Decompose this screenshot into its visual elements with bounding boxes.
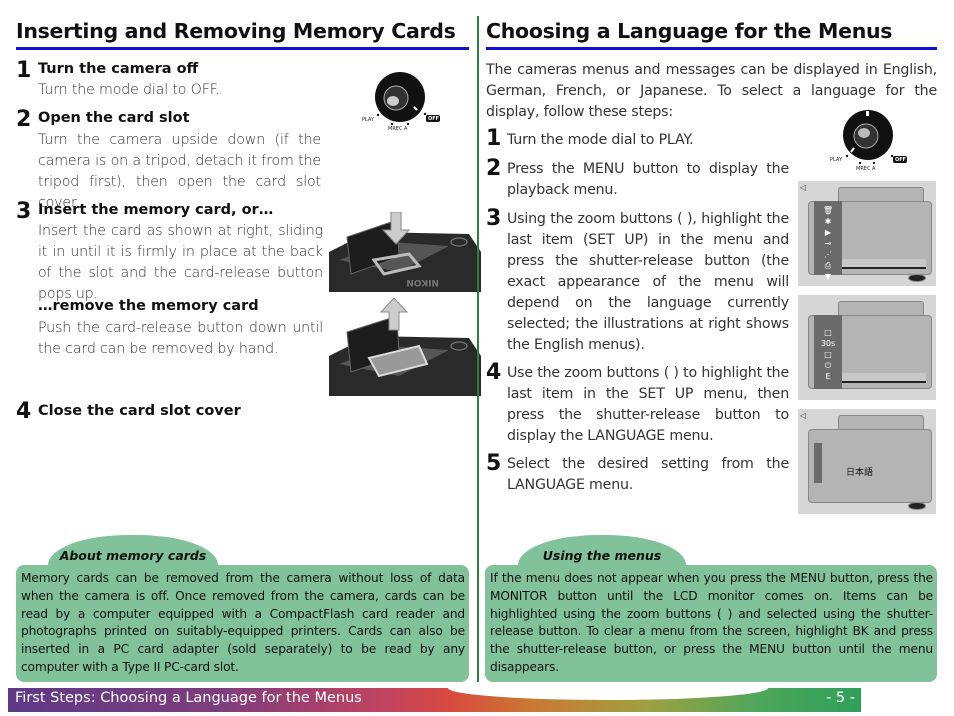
note-body: Memory cards can be removed from the cam…: [16, 565, 469, 682]
dial-label-rec: MREC A: [856, 166, 876, 172]
step-title: Insert the memory card, or…: [38, 202, 274, 218]
dial-label-off: OFF: [895, 157, 907, 163]
lcd-playback-menu: ◁ 🗑 ✱ ▶ ⊸ ⋰ ⎙ ▼: [798, 181, 936, 286]
step-number: 3: [16, 199, 32, 224]
menu-icon-strip: 🗑 ✱ ▶ ⊸ ⋰ ⎙ ▼: [814, 201, 842, 281]
language-option: 日本語: [846, 468, 874, 478]
step-title: Open the card slot: [38, 110, 190, 126]
scroll-down-icon: ▼: [824, 272, 832, 281]
lcd-setup-menu: □ 30s □ ⏻ E: [798, 295, 936, 400]
step-title: Turn the camera off: [38, 61, 199, 77]
section-title-language: Choosing a Language for the Menus: [486, 0, 937, 50]
dial-label-play: PLAY: [830, 157, 843, 163]
page-number: - 5 -: [826, 690, 855, 706]
auto-off-label: 30s: [820, 339, 836, 348]
camera-button-icon: [908, 274, 926, 282]
step-number: 1: [486, 126, 502, 151]
step-body: Use the zoom buttons ( ) to highlight th…: [507, 365, 789, 444]
asterisk-icon: ✱: [824, 217, 832, 226]
protect-key-icon: ⊸: [824, 239, 832, 248]
dial-label-off: OFF: [428, 116, 440, 122]
back-arrow-icon: ◁: [800, 411, 807, 420]
note-title: Using the menus: [542, 548, 662, 563]
step-body: Turn the mode dial to OFF.: [38, 82, 220, 98]
step-number: 5: [486, 451, 502, 476]
step-body: Push the card-release button down until …: [38, 320, 323, 357]
power-icon: ⏻: [824, 361, 832, 370]
step-number: 3: [486, 206, 502, 231]
note-body: If the menu does not appear when you pre…: [485, 565, 937, 682]
delete-icon: 🗑: [822, 206, 834, 215]
step-number: 2: [16, 107, 32, 132]
box-icon: □: [824, 328, 832, 337]
step-title: Close the card slot cover: [38, 403, 241, 419]
column-divider: [477, 16, 479, 682]
dial-label-rec: MREC A: [388, 126, 408, 132]
section-title-memory-cards: Inserting and Removing Memory Cards: [16, 0, 469, 50]
left-column: Inserting and Removing Memory Cards 1 Tu…: [16, 0, 481, 423]
lcd-language-menu: ◁ 日本語: [798, 409, 936, 514]
print-icon: ⎙: [824, 261, 832, 270]
slideshow-icon: ▶: [824, 228, 832, 237]
dial-label-play: PLAY: [362, 117, 375, 123]
mode-dial-illustration: PLAY OFF MREC A: [362, 70, 442, 132]
step-body: Insert the card as shown at right, slidi…: [38, 223, 323, 302]
page-footer: First Steps: Choosing a Language for the…: [8, 688, 861, 712]
hide-image-icon: ⋰: [824, 250, 832, 259]
step-body: Using the zoom buttons ( ), highlight th…: [507, 211, 789, 353]
insert-card-illustration: NIKON: [329, 211, 481, 292]
mode-dial-illustration: PLAY OFF MREC A: [828, 108, 908, 174]
right-column: Choosing a Language for the Menus The ca…: [486, 0, 937, 514]
step-number: 1: [16, 58, 32, 83]
footer-title: First Steps: Choosing a Language for the…: [15, 690, 362, 706]
step-body: Turn the mode dial to PLAY.: [507, 132, 694, 148]
language-label: E: [825, 372, 831, 381]
remove-card-illustration: [329, 297, 481, 396]
step-number: 4: [486, 360, 502, 385]
step-number: 2: [486, 156, 502, 181]
box-icon: □: [824, 350, 832, 359]
brand-text: NIKON: [406, 277, 439, 287]
camera-button-icon: [908, 502, 926, 510]
step-title: …remove the memory card: [38, 298, 259, 314]
back-arrow-icon: ◁: [800, 183, 807, 192]
note-title: About memory cards: [59, 548, 207, 563]
step-body: Select the desired setting from the LANG…: [507, 456, 789, 493]
step-body: Press the MENU button to display the pla…: [507, 161, 789, 198]
selection-bar: [814, 443, 822, 483]
setup-icon-strip: □ 30s □ ⏻ E: [814, 315, 842, 389]
step-number: 4: [16, 399, 32, 424]
